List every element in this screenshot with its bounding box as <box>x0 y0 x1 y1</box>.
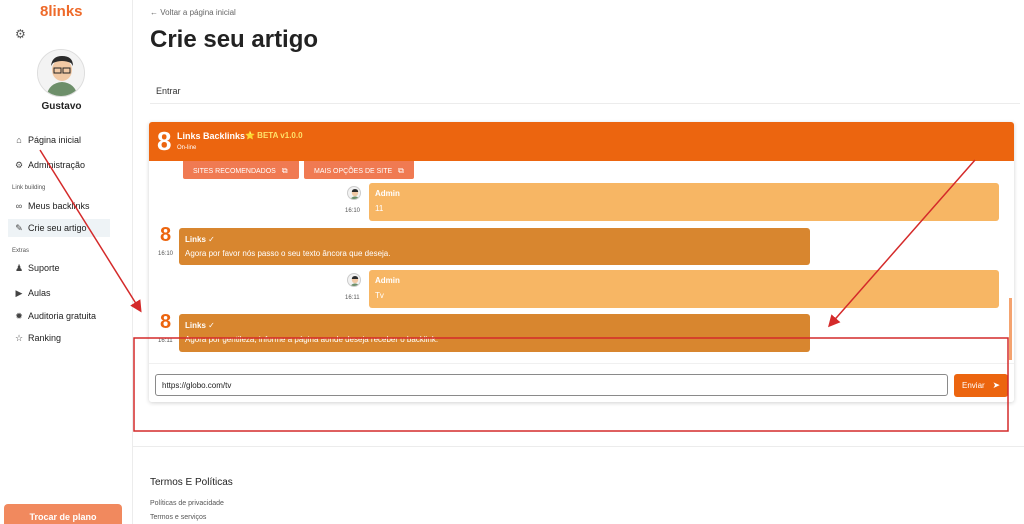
tab-entrar[interactable]: Entrar <box>156 86 181 96</box>
footer-divider <box>133 446 1024 447</box>
chat-bot-name: Links Backlinks <box>177 131 246 141</box>
sidebar-item-create-article[interactable]: ✎ Crie seu artigo <box>8 219 110 237</box>
sidebar-item-label: Meus backlinks <box>28 201 90 211</box>
admin-message: Admin 11 <box>369 183 999 221</box>
bot-avatar: 8 <box>160 224 172 246</box>
brand-logo[interactable]: 8links <box>40 3 83 20</box>
bot-message: Links ✓ Agora por gentileza, informe a p… <box>179 314 810 352</box>
cogs-icon: ⚙ <box>14 159 24 170</box>
external-link-icon: ⧉ <box>398 166 404 175</box>
avatar[interactable] <box>37 49 85 97</box>
message-author: Admin <box>375 189 400 198</box>
message-text: Tv <box>375 291 384 300</box>
message-time: 16:11 <box>158 338 173 344</box>
section-label-link-building: Link building <box>12 185 46 191</box>
sidebar-item-label: Suporte <box>28 263 60 273</box>
chat-scrollbar[interactable] <box>1009 298 1012 360</box>
username: Gustavo <box>41 101 82 112</box>
terms-link[interactable]: Termos e serviços <box>150 514 206 521</box>
section-label-extras: Extras <box>12 248 30 254</box>
chat-status: On-line <box>177 145 197 151</box>
privacy-policy-link[interactable]: Políticas de privacidade <box>150 500 224 507</box>
sidebar-item-home[interactable]: ⌂ Página inicial <box>14 133 81 147</box>
message-time: 16:10 <box>158 251 174 257</box>
gear-icon[interactable]: ⚙ <box>15 28 27 40</box>
user-support-icon: ♟ <box>14 262 24 273</box>
paper-plane-icon: ➤ <box>992 380 1000 390</box>
send-button[interactable]: Enviar ➤ <box>954 374 1008 397</box>
chat-widget: 8 Links Backlinks ⭐ BETA v1.0.0 On-line … <box>149 122 1014 402</box>
admin-avatar <box>347 186 361 200</box>
bot-logo: 8 <box>157 126 172 156</box>
message-author: Links ✓ <box>185 235 215 244</box>
sidebar-item-support[interactable]: ♟ Suporte <box>14 261 60 275</box>
sidebar-item-label: Página inicial <box>28 135 82 145</box>
more-site-options-button[interactable]: MAIS OPÇÕES DE SITE ⧉ <box>304 161 414 179</box>
sidebar: 8links ⚙ Gustavo ⌂ Página inicial ⚙ Admi… <box>0 0 133 524</box>
message-text: 11 <box>375 204 384 213</box>
send-label: Enviar <box>962 381 985 390</box>
button-label: MAIS OPÇÕES DE SITE <box>314 168 393 175</box>
message-author: Links ✓ <box>185 321 215 330</box>
play-circle-icon: ▶ <box>15 287 23 298</box>
message-time: 16:10 <box>345 208 361 214</box>
badge-icon: ✹ <box>15 310 23 321</box>
message-author: Admin <box>375 276 400 285</box>
home-icon: ⌂ <box>16 135 22 145</box>
sidebar-item-lessons[interactable]: ▶ Aulas <box>14 286 51 300</box>
message-text: Agora por favor nós passo o seu texto ân… <box>185 249 391 258</box>
bot-message: Links ✓ Agora por favor nós passo o seu … <box>179 228 810 265</box>
chat-header: 8 Links Backlinks ⭐ BETA v1.0.0 On-line <box>149 122 1014 161</box>
message-text: Agora por gentileza, informe a página ao… <box>185 335 439 344</box>
sidebar-item-label: Crie seu artigo <box>28 223 87 233</box>
switch-plan-button[interactable]: Trocar de plano <box>4 504 122 524</box>
message-time: 16:11 <box>345 295 360 301</box>
sidebar-item-label: Auditoria gratuita <box>28 311 97 321</box>
sidebar-item-ranking[interactable]: ☆ Ranking <box>14 331 61 345</box>
link-icon: ∞ <box>15 201 23 211</box>
star-icon: ☆ <box>14 332 24 343</box>
button-label: SITES RECOMENDADOS <box>193 168 276 175</box>
page-title: Crie seu artigo <box>150 26 319 53</box>
back-link[interactable]: ← Voltar a página inicial <box>150 8 236 17</box>
sidebar-item-label: Ranking <box>28 333 62 343</box>
sidebar-item-my-backlinks[interactable]: ∞ Meus backlinks <box>14 199 90 213</box>
sidebar-item-free-audit[interactable]: ✹ Auditoria gratuita <box>14 309 96 323</box>
chat-input-row: Enviar ➤ <box>149 363 1014 402</box>
external-link-icon: ⧉ <box>281 166 288 175</box>
beta-badge: ⭐ BETA v1.0.0 <box>245 131 303 140</box>
admin-message: Admin Tv <box>369 270 999 308</box>
sidebar-item-label: Administração <box>28 160 86 170</box>
chat-message-input[interactable] <box>155 374 948 396</box>
sidebar-item-label: Aulas <box>28 288 51 298</box>
admin-avatar <box>347 273 361 287</box>
edit-icon: ✎ <box>15 222 23 233</box>
sidebar-item-admin[interactable]: ⚙ Administração <box>14 158 85 172</box>
tab-bar: Entrar <box>150 80 1020 104</box>
footer-title: Termos E Políticas <box>150 477 233 488</box>
recommended-sites-button[interactable]: SITES RECOMENDADOS ⧉ <box>183 161 299 179</box>
bot-avatar: 8 <box>160 311 172 333</box>
